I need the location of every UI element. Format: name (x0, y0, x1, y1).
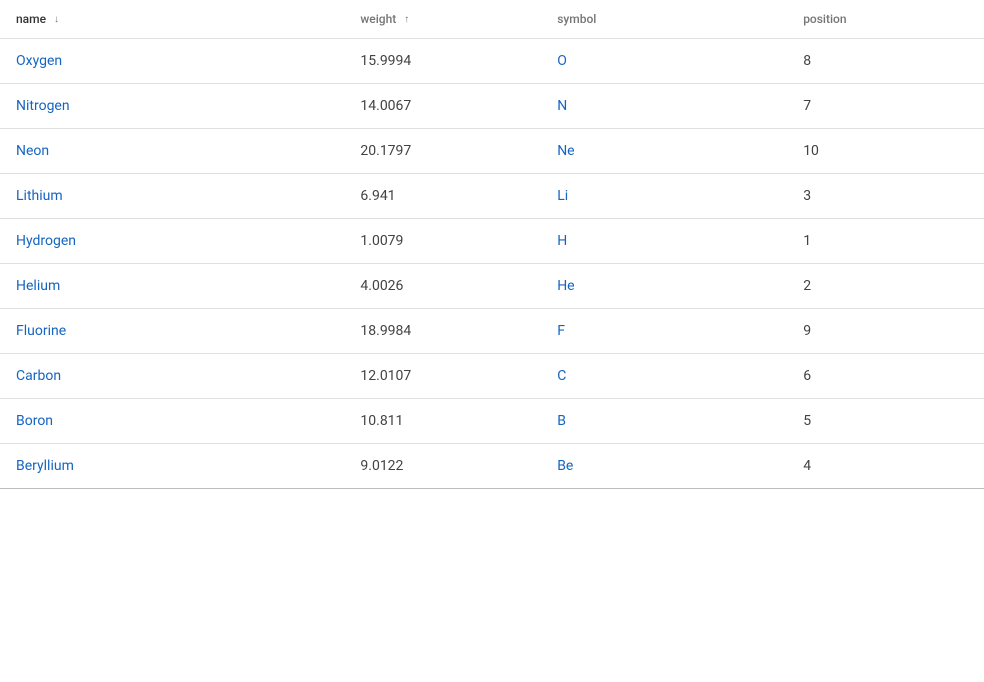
cell-weight: 15.9994 (344, 39, 541, 84)
cell-position: 3 (787, 174, 984, 219)
cell-position: 8 (787, 39, 984, 84)
cell-position: 7 (787, 84, 984, 129)
cell-weight: 4.0026 (344, 264, 541, 309)
elements-table: name ↓ weight ↑ symbol position (0, 0, 984, 489)
cell-name[interactable]: Helium (0, 264, 344, 309)
cell-symbol: C (541, 354, 787, 399)
cell-symbol: Be (541, 444, 787, 489)
cell-name[interactable]: Fluorine (0, 309, 344, 354)
col-header-name[interactable]: name ↓ (0, 0, 344, 39)
col-name-label: name (16, 12, 46, 26)
cell-symbol: O (541, 39, 787, 84)
cell-weight: 12.0107 (344, 354, 541, 399)
cell-weight: 1.0079 (344, 219, 541, 264)
cell-position: 1 (787, 219, 984, 264)
table-row: Carbon12.0107C6 (0, 354, 984, 399)
cell-symbol: H (541, 219, 787, 264)
name-sort-indicator: name ↓ (16, 12, 59, 26)
table-row: Nitrogen14.0067N7 (0, 84, 984, 129)
table-row: Beryllium9.0122Be4 (0, 444, 984, 489)
col-symbol-label: symbol (557, 12, 596, 26)
cell-weight: 20.1797 (344, 129, 541, 174)
cell-position: 6 (787, 354, 984, 399)
table-row: Oxygen15.9994O8 (0, 39, 984, 84)
cell-symbol: Li (541, 174, 787, 219)
cell-name[interactable]: Boron (0, 399, 344, 444)
cell-position: 4 (787, 444, 984, 489)
cell-symbol: Ne (541, 129, 787, 174)
table-container: name ↓ weight ↑ symbol position (0, 0, 984, 682)
weight-sort-arrow: ↑ (404, 14, 409, 25)
cell-position: 5 (787, 399, 984, 444)
cell-symbol: He (541, 264, 787, 309)
table-row: Helium4.0026He2 (0, 264, 984, 309)
table-row: Fluorine18.9984F9 (0, 309, 984, 354)
cell-position: 9 (787, 309, 984, 354)
cell-symbol: B (541, 399, 787, 444)
cell-name[interactable]: Hydrogen (0, 219, 344, 264)
col-position-label: position (803, 12, 846, 26)
col-header-position[interactable]: position (787, 0, 984, 39)
cell-weight: 14.0067 (344, 84, 541, 129)
table-row: Hydrogen1.0079H1 (0, 219, 984, 264)
cell-weight: 18.9984 (344, 309, 541, 354)
col-header-weight[interactable]: weight ↑ (344, 0, 541, 39)
name-sort-arrow: ↓ (54, 14, 59, 25)
col-weight-label: weight (360, 12, 396, 26)
cell-weight: 10.811 (344, 399, 541, 444)
cell-name[interactable]: Beryllium (0, 444, 344, 489)
table-header-row: name ↓ weight ↑ symbol position (0, 0, 984, 39)
cell-name[interactable]: Oxygen (0, 39, 344, 84)
cell-name[interactable]: Neon (0, 129, 344, 174)
cell-position: 2 (787, 264, 984, 309)
cell-name[interactable]: Carbon (0, 354, 344, 399)
cell-weight: 9.0122 (344, 444, 541, 489)
table-row: Lithium6.941Li3 (0, 174, 984, 219)
table-row: Neon20.1797Ne10 (0, 129, 984, 174)
weight-sort-indicator: weight ↑ (360, 12, 409, 26)
cell-symbol: N (541, 84, 787, 129)
cell-name[interactable]: Lithium (0, 174, 344, 219)
cell-position: 10 (787, 129, 984, 174)
table-row: Boron10.811B5 (0, 399, 984, 444)
cell-symbol: F (541, 309, 787, 354)
cell-weight: 6.941 (344, 174, 541, 219)
col-header-symbol[interactable]: symbol (541, 0, 787, 39)
cell-name[interactable]: Nitrogen (0, 84, 344, 129)
